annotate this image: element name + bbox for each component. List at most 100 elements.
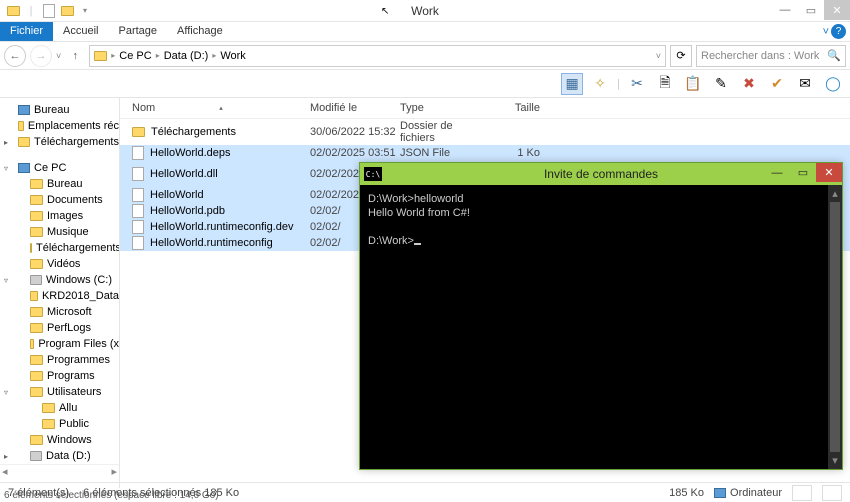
tree-c-item[interactable]: ▿Utilisateurs bbox=[0, 384, 119, 400]
file-type: Dossier de fichiers bbox=[400, 120, 490, 144]
address-dropdown-icon[interactable]: ˅ bbox=[656, 51, 661, 61]
new-item-button[interactable]: ✧ bbox=[589, 73, 611, 95]
file-type: JSON File bbox=[400, 147, 490, 159]
cmd-scrollbar[interactable]: ▴▾ bbox=[828, 185, 842, 469]
tree-pc-item[interactable]: Bureau bbox=[0, 176, 119, 192]
rename-button[interactable]: ✎ bbox=[710, 73, 732, 95]
tree-pc-item[interactable]: Documents bbox=[0, 192, 119, 208]
new-folder-icon[interactable] bbox=[58, 2, 76, 20]
status-free-space: 6 éléments sélectionnés (espace libre : … bbox=[4, 490, 219, 501]
cmd-close-button[interactable]: ✕ bbox=[816, 163, 842, 182]
paste-button[interactable]: 📋 bbox=[682, 73, 704, 95]
folder-icon bbox=[18, 121, 24, 131]
properties-icon[interactable] bbox=[40, 2, 58, 20]
file-size: 1 Ko bbox=[490, 147, 540, 159]
view-layout-button[interactable]: ▦ bbox=[561, 73, 583, 95]
tree-label: Images bbox=[47, 210, 83, 222]
tree-c-item[interactable]: PerfLogs bbox=[0, 320, 119, 336]
tree-user-item[interactable]: Public bbox=[0, 416, 119, 432]
tab-file[interactable]: Fichier bbox=[0, 22, 53, 41]
cmd-output[interactable]: D:\Work>helloworld Hello World from C#! … bbox=[360, 185, 842, 469]
tree-c-item[interactable]: KRD2018_Data bbox=[0, 288, 119, 304]
chevron-right-icon[interactable]: ▸ bbox=[212, 51, 216, 60]
title-bar: | ▾ Work ↖ — ▭ ✕ bbox=[0, 0, 850, 22]
sync-button[interactable]: ◯ bbox=[822, 73, 844, 95]
accept-button[interactable]: ✔ bbox=[766, 73, 788, 95]
address-bar[interactable]: ▸ Ce PC ▸ Data (D:) ▸ Work ˅ bbox=[89, 45, 666, 67]
history-dropdown-icon[interactable]: ˅ bbox=[56, 51, 61, 61]
back-button[interactable]: ← bbox=[4, 45, 26, 67]
col-size[interactable]: Taille bbox=[490, 102, 540, 114]
tree-c-item[interactable]: Programs bbox=[0, 368, 119, 384]
forward-button[interactable]: → bbox=[30, 45, 52, 67]
folder-icon bbox=[42, 403, 55, 413]
search-input[interactable]: Rechercher dans : Work 🔍 bbox=[696, 45, 846, 67]
folder-icon bbox=[30, 259, 43, 269]
help-icon[interactable]: ? bbox=[831, 24, 846, 39]
navigation-pane[interactable]: Bureau Emplacements réc ▸Téléchargements ▿… bbox=[0, 98, 120, 488]
tree-c-item[interactable]: Programmes bbox=[0, 352, 119, 368]
copy-button[interactable]: 🗎 bbox=[654, 73, 676, 95]
tree-label: Programs bbox=[47, 370, 95, 382]
tree-quick-item[interactable]: ▸Téléchargements bbox=[0, 134, 119, 150]
col-type[interactable]: Type bbox=[400, 102, 490, 114]
cmd-maximize-button[interactable]: ▭ bbox=[790, 163, 816, 182]
file-row[interactable]: Téléchargements30/06/2022 15:32Dossier d… bbox=[120, 119, 850, 145]
tree-this-pc[interactable]: ▿Ce PC bbox=[0, 160, 119, 176]
details-view-button[interactable] bbox=[792, 485, 812, 501]
delete-button[interactable]: ✖ bbox=[738, 73, 760, 95]
column-headers[interactable]: Nom▴ Modifié le Type Taille bbox=[120, 98, 850, 119]
cut-button[interactable]: ✂ bbox=[626, 73, 648, 95]
crumb-pc[interactable]: Ce PC bbox=[119, 50, 151, 62]
refresh-button[interactable]: ⟳ bbox=[670, 45, 692, 67]
tree-c-item[interactable]: Microsoft bbox=[0, 304, 119, 320]
tree-d-drive[interactable]: ▸Data (D:) bbox=[0, 448, 119, 464]
cmd-title-bar[interactable]: C:\ Invite de commandes — ▭ ✕ bbox=[360, 163, 842, 185]
close-button[interactable]: ✕ bbox=[824, 0, 850, 20]
tree-pc-item[interactable]: Vidéos bbox=[0, 256, 119, 272]
tree-label: Program Files (x bbox=[38, 338, 119, 350]
tree-user-item[interactable]: Allu bbox=[0, 400, 119, 416]
qat-dropdown-icon[interactable]: ▾ bbox=[76, 2, 94, 20]
tree-c-drive[interactable]: ▿Windows (C:) bbox=[0, 272, 119, 288]
mail-button[interactable]: ✉ bbox=[794, 73, 816, 95]
minimize-button[interactable]: — bbox=[772, 0, 798, 20]
cmd-title: Invite de commandes bbox=[544, 167, 658, 181]
chevron-right-icon[interactable]: ▸ bbox=[156, 51, 160, 60]
tree-c-item[interactable]: Program Files (x bbox=[0, 336, 119, 352]
file-date: 30/06/2022 15:32 bbox=[310, 126, 400, 138]
drive-icon bbox=[30, 451, 42, 461]
ribbon-expand-icon[interactable]: ˅ bbox=[823, 26, 829, 38]
tree-label: Ce PC bbox=[34, 162, 66, 174]
tree-pc-item[interactable]: Musique bbox=[0, 224, 119, 240]
cmd-icon: C:\ bbox=[364, 167, 382, 181]
tab-view[interactable]: Affichage bbox=[167, 22, 233, 41]
crumb-drive[interactable]: Data (D:) bbox=[164, 50, 209, 62]
crumb-folder[interactable]: Work bbox=[220, 50, 245, 62]
qat-sep: | bbox=[22, 2, 40, 20]
tree-pc-item[interactable]: Images bbox=[0, 208, 119, 224]
file-row[interactable]: HelloWorld.deps02/02/2025 03:51JSON File… bbox=[120, 145, 850, 161]
nav-scrollbar[interactable]: ◂▸ bbox=[0, 464, 119, 478]
tree-label: Bureau bbox=[47, 178, 82, 190]
col-name[interactable]: Nom bbox=[132, 102, 155, 114]
tree-quick-item[interactable]: Emplacements réc bbox=[0, 118, 119, 134]
cmd-minimize-button[interactable]: — bbox=[764, 163, 790, 182]
tree-quick-item[interactable]: Bureau bbox=[0, 102, 119, 118]
large-icons-button[interactable] bbox=[822, 485, 842, 501]
col-modified[interactable]: Modifié le bbox=[310, 102, 400, 114]
tab-home[interactable]: Accueil bbox=[53, 22, 108, 41]
command-prompt-window[interactable]: C:\ Invite de commandes — ▭ ✕ D:\Work>he… bbox=[359, 162, 843, 470]
tree-pc-item[interactable]: Téléchargements bbox=[0, 240, 119, 256]
maximize-button[interactable]: ▭ bbox=[798, 0, 824, 20]
up-button[interactable]: ↑ bbox=[65, 46, 85, 66]
folder-icon bbox=[132, 127, 145, 137]
tab-share[interactable]: Partage bbox=[108, 22, 167, 41]
tree-label: Emplacements réc bbox=[28, 120, 119, 132]
folder-icon bbox=[30, 323, 43, 333]
file-name: HelloWorld.deps bbox=[150, 147, 231, 159]
status-size: 185 Ko bbox=[669, 487, 704, 499]
tree-c-item[interactable]: Windows bbox=[0, 432, 119, 448]
chevron-right-icon[interactable]: ▸ bbox=[111, 51, 115, 60]
tree-label: KRD2018_Data bbox=[42, 290, 119, 302]
